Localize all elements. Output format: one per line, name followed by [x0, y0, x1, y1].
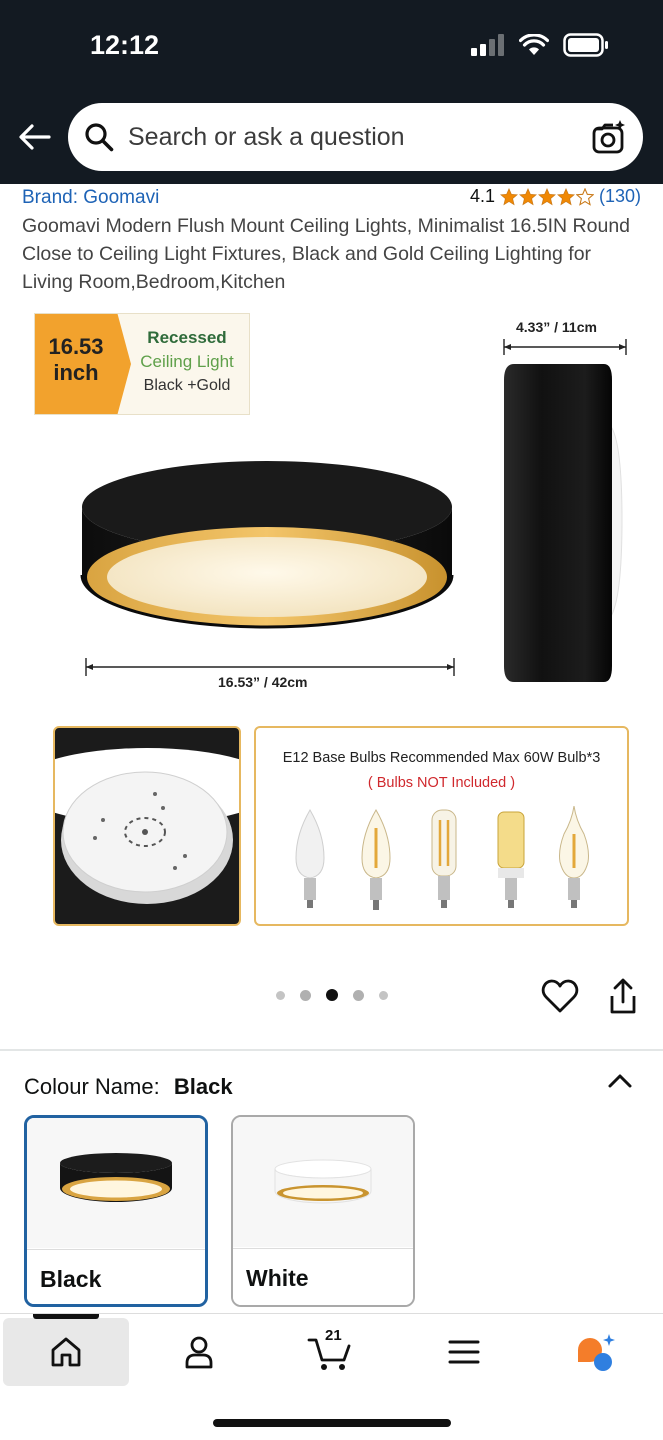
colour-name-selected: Black [173, 1074, 233, 1099]
page-dot[interactable] [379, 990, 388, 1000]
colour-option-image [233, 1117, 413, 1247]
star-icon [499, 187, 518, 205]
bulbs-inset: E12 Base Bulbs Recommended Max 60W Bulb*… [254, 726, 629, 926]
status-time: 12:12 [90, 30, 160, 60]
product-image-gallery[interactable]: 16.53 inch Recessed Ceiling Light Black … [0, 305, 663, 955]
brand-link[interactable]: Brand: Goomavi [22, 187, 159, 209]
colour-option-image [27, 1118, 205, 1248]
nav-menu[interactable] [439, 1330, 489, 1374]
star-outline-icon [575, 187, 594, 206]
rating-summary[interactable]: 4.1 (130) [470, 186, 641, 207]
badge-size-value: 16.53 [48, 334, 104, 359]
badge-size: 16.53 inch [35, 334, 117, 386]
home-icon [51, 1337, 81, 1367]
colour-option-label: White [233, 1248, 413, 1305]
image-pagination[interactable] [276, 989, 388, 1001]
heart-icon[interactable] [541, 978, 579, 1014]
bulbs-image [295, 806, 589, 910]
badge-text: Recessed Ceiling Light Black +Gold [127, 326, 247, 398]
share-icon[interactable] [606, 978, 640, 1016]
menu-icon [448, 1340, 480, 1364]
height-dimension-line [503, 339, 627, 355]
star-icon [537, 187, 556, 205]
nav-assistant[interactable] [571, 1330, 621, 1374]
star-icon [518, 187, 537, 205]
colour-option-black[interactable]: Black [24, 1115, 208, 1307]
product-page: 12:12 Search or ask a question Brand: Go… [0, 0, 663, 1440]
rating-stars [499, 187, 594, 206]
assistant-icon [578, 1334, 615, 1371]
bulb-note: ( Bulbs NOT Included ) [367, 775, 516, 791]
star-icon [556, 187, 575, 205]
search-icon [85, 123, 114, 152]
badge-line-1: Recessed [147, 328, 227, 347]
black-lamp-thumbnail [60, 1153, 172, 1202]
home-indicator [213, 1419, 451, 1427]
badge-line-3: Black +Gold [143, 377, 231, 394]
search-input[interactable] [128, 122, 583, 152]
colour-option-label: Black [27, 1249, 205, 1304]
page-dot-active[interactable] [326, 989, 338, 1001]
rating-value: 4.1 [469, 186, 495, 206]
lamp-front-view [80, 461, 454, 629]
arrow-left-icon [19, 124, 51, 150]
colour-option-white[interactable]: White [231, 1115, 415, 1307]
nav-account[interactable] [174, 1330, 224, 1374]
product-title: Goomavi Modern Flush Mount Ceiling Light… [22, 215, 631, 293]
width-dimension-label: 16.53” / 42cm [218, 674, 308, 690]
section-divider [0, 1049, 663, 1051]
page-dot[interactable] [276, 990, 285, 1000]
mounting-plate-image [55, 748, 239, 904]
height-dimension-label: 4.33” / 11cm [516, 319, 597, 335]
cart-count-badge: 21 [325, 1327, 342, 1344]
back-button[interactable] [14, 116, 56, 158]
bulb-recommendation: E12 Base Bulbs Recommended Max 60W Bulb*… [282, 750, 601, 766]
size-badge: 16.53 inch Recessed Ceiling Light Black … [34, 313, 250, 415]
page-dot[interactable] [300, 989, 311, 1001]
colour-name-caption: Colour Name: [24, 1074, 160, 1099]
nav-home[interactable] [41, 1330, 91, 1374]
mounting-plate-inset [53, 726, 241, 926]
signal-icon [471, 34, 504, 56]
badge-line-2: Ceiling Light [140, 352, 234, 371]
wifi-icon [519, 34, 549, 55]
page-dot[interactable] [353, 989, 364, 1001]
nav-active-indicator [33, 1314, 99, 1319]
badge-size-unit: inch [53, 360, 99, 385]
person-icon [185, 1336, 213, 1369]
lamp-side-view [504, 364, 623, 682]
colour-name-label: Colour Name: Black [24, 1074, 233, 1100]
top-header: 12:12 [0, 0, 663, 184]
battery-icon [563, 33, 608, 57]
camera-search-icon[interactable] [591, 119, 627, 155]
status-icons [471, 33, 609, 57]
white-lamp-thumbnail [274, 1159, 372, 1204]
review-count: (130) [598, 186, 641, 206]
search-bar[interactable] [68, 103, 643, 171]
chevron-up-icon[interactable] [605, 1068, 635, 1092]
